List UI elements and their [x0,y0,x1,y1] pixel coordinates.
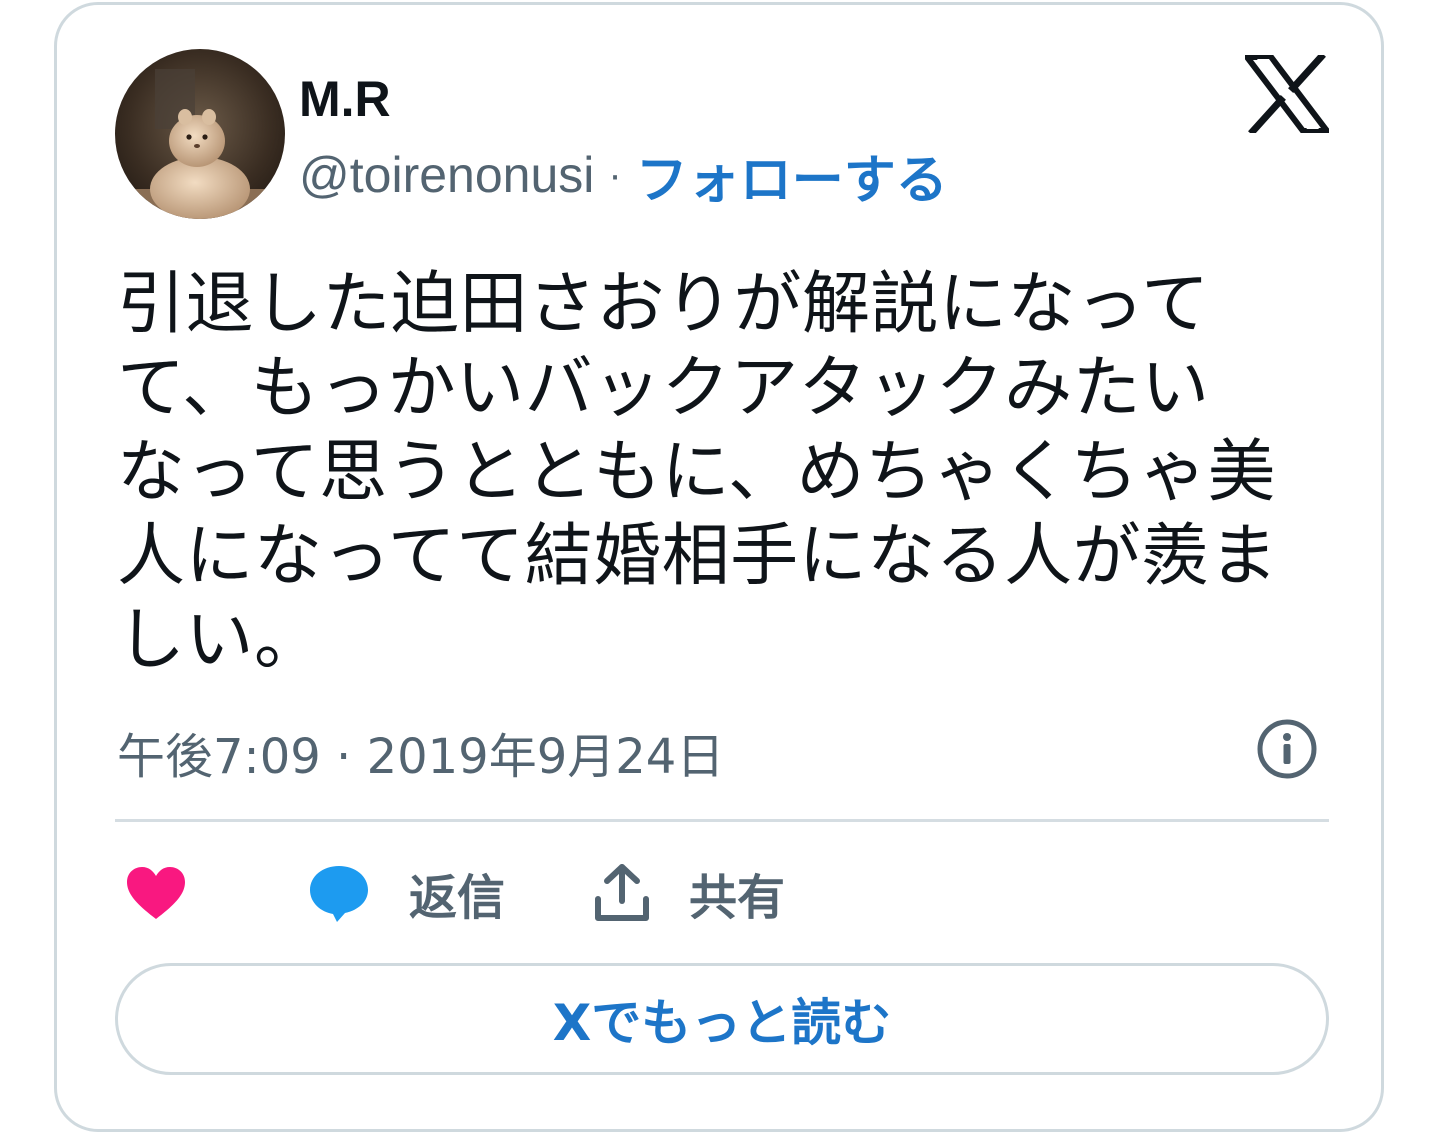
author-handle-row: @toirenonusi · フォローする [299,143,948,211]
share-upload-icon [595,864,649,921]
embedded-tweet-card: M.R @toirenonusi · フォローする 引退した迫田さおりが解説にな… [54,2,1384,1132]
tweet-text-line: なって思うとともに、めちゃくちゃ美 [117,433,1277,512]
author-display-name[interactable]: M.R [299,69,391,129]
tweet-text-line: しい。 [117,601,323,680]
follow-button[interactable]: フォローする [636,138,948,213]
x-logo-icon[interactable] [1245,55,1329,133]
avatar[interactable] [115,49,285,219]
avatar-snowman-image [115,49,285,219]
handle-separator: · [608,152,622,197]
tweet-text: 引退した迫田さおりが解説になって て、もっかいバックアタックみたい なって思うと… [117,263,1337,683]
author-handle[interactable]: @toirenonusi [299,146,594,204]
tweet-text-line: て、もっかいバックアタックみたい [117,349,1210,428]
speech-bubble-icon [310,866,368,922]
share-button[interactable]: 共有 [593,851,785,935]
reply-label: 返信 [409,870,506,926]
info-icon[interactable] [1255,717,1319,781]
tweet-timestamp[interactable]: 午後7:09 · 2019年9月24日 [117,717,724,787]
heart-icon [127,867,185,919]
share-label: 共有 [689,870,786,926]
reply-button[interactable]: 返信 [307,851,505,935]
read-more-on-x-button[interactable]: Xでもっと読む [115,963,1329,1075]
like-button[interactable] [125,851,187,935]
tweet-text-line: 人になってて結婚相手になる人が羨ま [117,517,1279,596]
tweet-text-line: 引退した迫田さおりが解説になって [117,265,1210,344]
divider [115,819,1329,822]
read-more-label: Xでもっと読む [552,994,892,1052]
